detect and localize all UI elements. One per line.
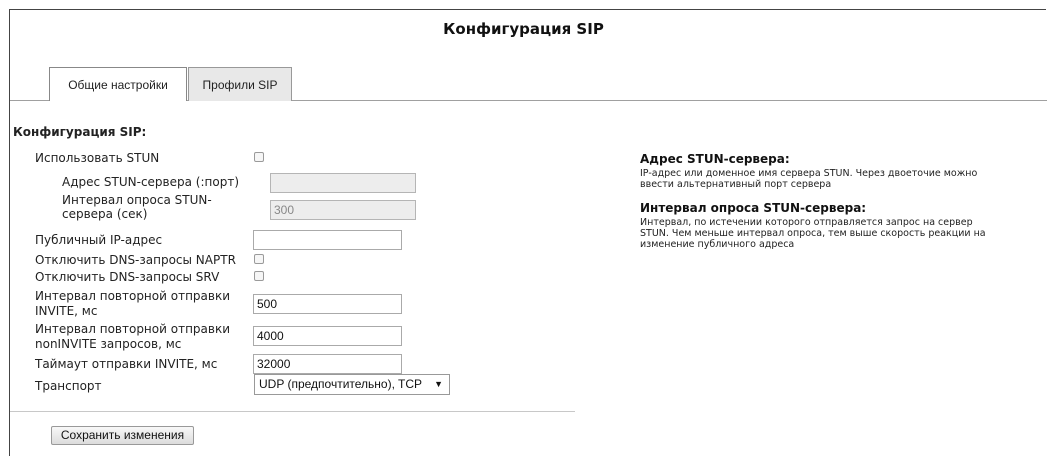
stun-interval-input[interactable]: [270, 200, 416, 220]
stun-server-label: Адрес STUN-сервера (:порт): [62, 175, 239, 189]
help-stun-interval-line3: изменение публичного адреса: [640, 239, 795, 250]
help-stun-server-title: Адрес STUN-сервера:: [640, 152, 790, 166]
help-stun-interval-line2: STUN. Чем меньше интервал опроса, тем вы…: [640, 228, 986, 239]
invite-retry-label-line2: INVITE, мс: [35, 304, 98, 318]
tab-sip-profiles[interactable]: Профили SIP: [188, 67, 292, 101]
transport-select[interactable]: UDP (предпочтительно), TCP ▼: [254, 374, 450, 395]
stun-server-input[interactable]: [270, 173, 416, 193]
invite-timeout-label: Таймаут отправки INVITE, мс: [35, 357, 218, 371]
page-title: Конфигурация SIP: [443, 20, 604, 38]
dropdown-arrow-icon: ▼: [434, 379, 443, 389]
invite-retry-input[interactable]: [253, 294, 402, 314]
form-divider: [10, 411, 575, 412]
help-stun-interval-title: Интервал опроса STUN-сервера:: [640, 201, 867, 215]
stun-interval-label-line2: сервера (сек): [62, 207, 148, 221]
disable-naptr-label: Отключить DNS-запросы NAPTR: [35, 253, 236, 267]
use-stun-checkbox[interactable]: [254, 152, 264, 162]
noninvite-retry-input[interactable]: [253, 326, 402, 346]
noninvite-retry-label-line2: nonINVITE запросов, мс: [35, 337, 182, 351]
tab-general-settings[interactable]: Общие настройки: [49, 67, 187, 101]
section-title: Конфигурация SIP:: [13, 125, 147, 139]
stun-interval-label-line1: Интервал опроса STUN-: [62, 193, 212, 207]
use-stun-label: Использовать STUN: [35, 151, 160, 165]
noninvite-retry-label-line1: Интервал повторной отправки: [35, 322, 230, 336]
public-ip-label: Публичный IP-адрес: [35, 233, 163, 247]
disable-naptr-checkbox[interactable]: [254, 254, 264, 264]
public-ip-input[interactable]: [253, 230, 402, 250]
disable-srv-label: Отключить DNS-запросы SRV: [35, 270, 220, 284]
help-stun-server-line2: ввести альтернативный порт сервера: [640, 179, 832, 190]
disable-srv-checkbox[interactable]: [254, 271, 264, 281]
save-changes-button[interactable]: Сохранить изменения: [51, 426, 194, 445]
invite-timeout-input[interactable]: [253, 354, 402, 374]
invite-retry-label-line1: Интервал повторной отправки: [35, 289, 230, 303]
help-stun-interval-line1: Интервал, по истечении которого отправля…: [640, 217, 973, 228]
transport-selected-value: UDP (предпочтительно), TCP: [259, 377, 423, 391]
help-stun-server-line1: IP-адрес или доменное имя сервера STUN. …: [640, 168, 978, 179]
transport-label: Транспорт: [35, 379, 102, 393]
